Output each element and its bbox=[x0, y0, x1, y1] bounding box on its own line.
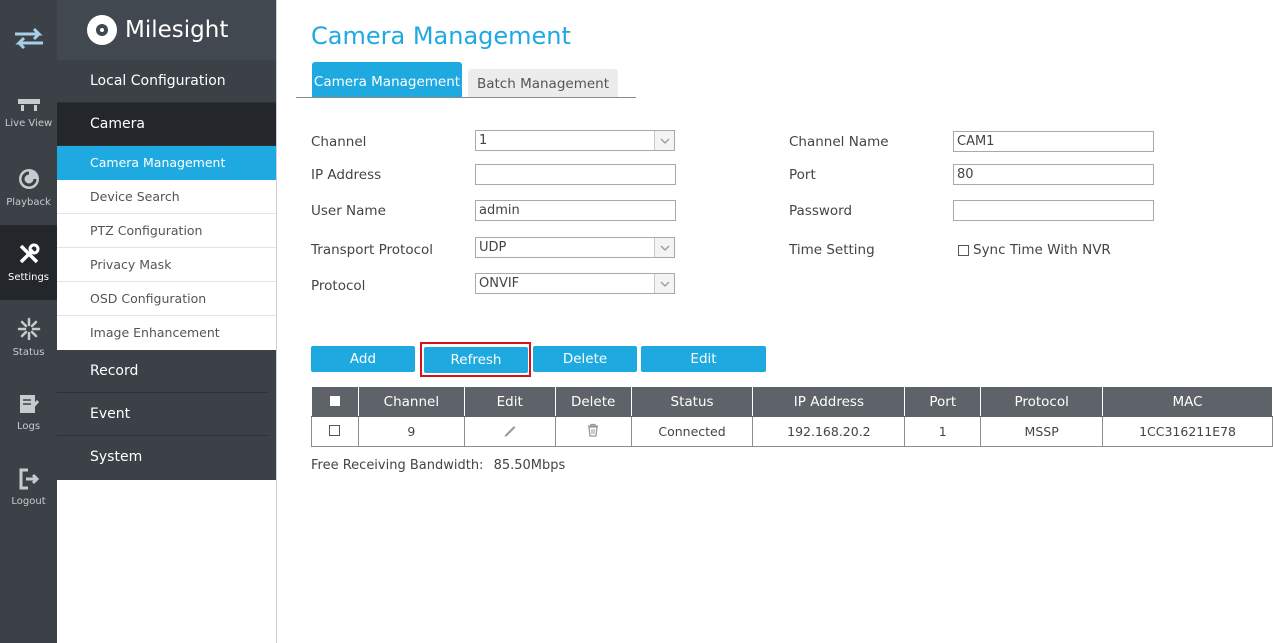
menu-local-configuration[interactable]: Local Configuration bbox=[57, 60, 276, 103]
cell-status: Connected bbox=[630, 416, 754, 447]
free-bandwidth: Free Receiving Bandwidth: 85.50Mbps bbox=[311, 458, 565, 473]
chevron-down-icon bbox=[654, 238, 674, 257]
logo-mark-icon bbox=[87, 15, 117, 45]
password-label: Password bbox=[789, 203, 853, 219]
rail-label: Logout bbox=[11, 496, 46, 507]
sync-time-label: Sync Time With NVR bbox=[973, 242, 1111, 258]
settings-menu: Milesight Local Configuration Camera Cam… bbox=[57, 0, 277, 643]
playback-icon bbox=[18, 169, 39, 189]
live-view-icon bbox=[17, 99, 40, 111]
channel-name-label: Channel Name bbox=[789, 134, 889, 150]
menu-camera[interactable]: Camera bbox=[57, 103, 276, 146]
delete-button[interactable]: Delete bbox=[533, 346, 637, 372]
channel-label: Channel bbox=[311, 134, 367, 150]
icon-rail: Live View Playback Settings Status Logs … bbox=[0, 0, 57, 643]
camera-table: Channel Edit Delete Status IP Address Po… bbox=[311, 386, 1273, 447]
select-all-cell[interactable] bbox=[311, 386, 359, 417]
chevron-down-icon bbox=[654, 274, 674, 293]
select-all-checkbox[interactable] bbox=[329, 395, 340, 406]
transport-protocol-select[interactable]: UDP bbox=[475, 237, 675, 258]
edit-authentication-button[interactable]: Edit Authentication bbox=[641, 346, 766, 393]
rail-label: Logs bbox=[16, 421, 41, 432]
rail-label: Live View bbox=[4, 118, 53, 129]
cell-edit[interactable] bbox=[463, 416, 556, 447]
swap-arrows-icon bbox=[14, 27, 43, 49]
ip-address-input[interactable] bbox=[475, 164, 676, 185]
col-delete: Delete bbox=[554, 386, 632, 417]
rail-logs[interactable]: Logs bbox=[0, 375, 57, 450]
page-title: Camera Management bbox=[311, 22, 571, 50]
col-channel: Channel bbox=[357, 386, 465, 417]
channel-select[interactable]: 1 bbox=[475, 130, 675, 151]
ip-address-label: IP Address bbox=[311, 167, 382, 183]
menu-camera-management[interactable]: Camera Management bbox=[57, 146, 276, 180]
rail-settings[interactable]: Settings bbox=[0, 225, 57, 300]
tab-batch-management[interactable]: Batch Management bbox=[468, 69, 618, 97]
logout-icon bbox=[19, 468, 39, 490]
protocol-label: Protocol bbox=[311, 278, 366, 294]
col-protocol: Protocol bbox=[980, 386, 1104, 417]
transport-protocol-label: Transport Protocol bbox=[311, 242, 434, 258]
user-name-label: User Name bbox=[311, 203, 386, 219]
pencil-icon[interactable] bbox=[502, 422, 518, 438]
time-setting-label: Time Setting bbox=[789, 242, 875, 258]
rail-label: Playback bbox=[6, 197, 51, 208]
row-checkbox[interactable] bbox=[329, 425, 341, 436]
brand-logo: Milesight bbox=[57, 0, 276, 60]
user-name-input[interactable]: admin bbox=[475, 200, 676, 221]
brand-name: Milesight bbox=[125, 17, 229, 43]
main-content: Camera Management Camera Management Batc… bbox=[296, 0, 1273, 643]
transport-protocol-value: UDP bbox=[479, 240, 507, 255]
menu-system[interactable]: System bbox=[57, 436, 268, 479]
col-port: Port bbox=[904, 386, 982, 417]
cell-protocol: MSSP bbox=[980, 416, 1104, 447]
menu-event[interactable]: Event bbox=[57, 393, 268, 436]
channel-select-value: 1 bbox=[479, 133, 488, 148]
rail-label: Settings bbox=[7, 272, 49, 283]
rail-playback[interactable]: Playback bbox=[0, 150, 57, 225]
table-header-row: Channel Edit Delete Status IP Address Po… bbox=[311, 386, 1273, 417]
trash-icon[interactable] bbox=[585, 422, 601, 438]
password-input[interactable] bbox=[953, 200, 1154, 221]
refresh-highlight-box bbox=[420, 342, 531, 377]
free-bandwidth-label: Free Receiving Bandwidth: bbox=[311, 458, 484, 473]
cell-ip-address: 192.168.20.2 bbox=[752, 416, 906, 447]
rail-status[interactable]: Status bbox=[0, 300, 57, 375]
port-label: Port bbox=[789, 167, 816, 183]
logs-icon bbox=[19, 395, 39, 413]
rail-label: Status bbox=[12, 347, 45, 358]
row-select-cell[interactable] bbox=[311, 416, 359, 447]
col-ip-address: IP Address bbox=[752, 386, 906, 417]
menu-image-enhancement[interactable]: Image Enhancement bbox=[57, 316, 276, 350]
protocol-value: ONVIF bbox=[479, 276, 520, 291]
col-status: Status bbox=[630, 386, 754, 417]
cell-port: 1 bbox=[904, 416, 982, 447]
cell-delete[interactable] bbox=[554, 416, 632, 447]
tab-camera-management[interactable]: Camera Management bbox=[312, 62, 462, 97]
menu-ptz-configuration[interactable]: PTZ Configuration bbox=[57, 214, 276, 248]
toggle-menu-button[interactable] bbox=[0, 0, 57, 75]
cell-mac: 1CC316211E78 bbox=[1102, 416, 1273, 447]
status-icon bbox=[17, 317, 40, 341]
menu-osd-configuration[interactable]: OSD Configuration bbox=[57, 282, 276, 316]
sync-time-option[interactable]: Sync Time With NVR bbox=[958, 242, 1111, 258]
chevron-down-icon bbox=[654, 131, 674, 150]
col-mac: MAC bbox=[1102, 386, 1273, 417]
protocol-select[interactable]: ONVIF bbox=[475, 273, 675, 294]
rail-logout[interactable]: Logout bbox=[0, 450, 57, 525]
tab-bar: Camera Management Batch Management bbox=[296, 62, 636, 98]
cell-channel: 9 bbox=[357, 416, 465, 447]
sync-time-checkbox[interactable] bbox=[958, 244, 969, 256]
menu-privacy-mask[interactable]: Privacy Mask bbox=[57, 248, 276, 282]
free-bandwidth-value: 85.50Mbps bbox=[493, 458, 566, 473]
col-edit: Edit bbox=[463, 386, 556, 417]
menu-record[interactable]: Record bbox=[57, 350, 268, 393]
table-row[interactable]: 9 Connected 192.168.20.2 1 MSSP 1CC31621… bbox=[311, 416, 1273, 447]
settings-icon bbox=[19, 243, 39, 264]
add-button[interactable]: Add bbox=[311, 346, 415, 372]
port-input[interactable]: 80 bbox=[953, 164, 1154, 185]
rail-live-view[interactable]: Live View bbox=[0, 75, 57, 150]
menu-device-search[interactable]: Device Search bbox=[57, 180, 276, 214]
channel-name-input[interactable]: CAM1 bbox=[953, 131, 1154, 152]
